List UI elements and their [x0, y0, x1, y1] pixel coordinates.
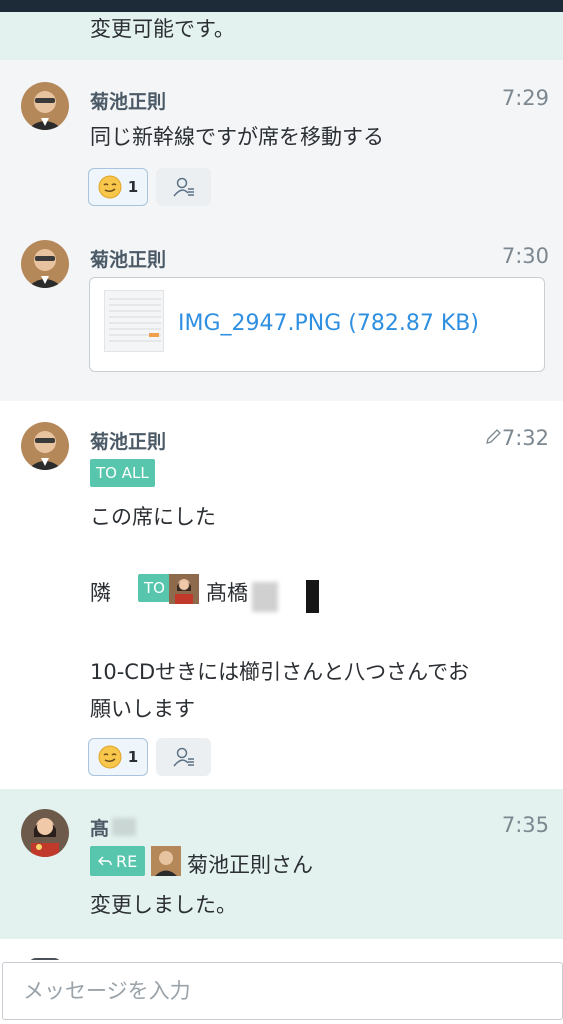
- mention-name[interactable]: 髙橋: [206, 577, 248, 607]
- message-text: この席にした: [90, 505, 216, 529]
- user-list-icon: [172, 747, 194, 767]
- message-continuation: 変更可能です。: [0, 12, 563, 60]
- edited-pencil-icon: [485, 429, 501, 444]
- reply-to-name[interactable]: 菊池正則さん: [187, 849, 313, 879]
- to-all-tag: TO ALL: [90, 459, 155, 487]
- sender-name[interactable]: 菊池正則: [90, 245, 166, 272]
- sender-name[interactable]: 髙: [90, 814, 109, 841]
- message-text: 変更しました。: [90, 893, 237, 917]
- sender-name[interactable]: 菊池正則: [90, 427, 166, 454]
- file-attachment[interactable]: IMG_2947.PNG (782.87 KB): [89, 277, 545, 372]
- message-text: 変更可能です。: [90, 17, 235, 41]
- redacted-area: [252, 582, 278, 612]
- message-time: 7:29: [501, 86, 549, 110]
- redacted-area: [112, 818, 136, 836]
- smile-emoji-icon: [98, 745, 122, 769]
- reaction-button[interactable]: 1: [88, 738, 148, 776]
- avatar[interactable]: [21, 422, 69, 470]
- reaction-count: 1: [127, 178, 139, 196]
- mention-avatar: [169, 574, 199, 604]
- reaction-count: 1: [127, 748, 139, 766]
- read-status-button[interactable]: [156, 738, 211, 776]
- sender-name[interactable]: 菊池正則: [90, 87, 166, 114]
- reply-arrow-icon: [98, 856, 112, 866]
- avatar[interactable]: [21, 240, 69, 288]
- redacted-bar: [306, 580, 319, 613]
- reply-tag-label: RE: [116, 851, 138, 871]
- composer: [0, 960, 563, 1024]
- message-group-kikuchi-2: [0, 401, 563, 789]
- image-thumbnail[interactable]: [104, 290, 164, 352]
- avatar[interactable]: [21, 82, 69, 130]
- read-status-button[interactable]: [156, 168, 211, 206]
- message-text: 隣: [90, 581, 111, 605]
- smile-emoji-icon: [98, 175, 122, 199]
- file-link[interactable]: IMG_2947.PNG (782.87 KB): [178, 311, 479, 336]
- message-text: 願いします: [90, 697, 195, 721]
- message-time: 7:32: [484, 426, 549, 450]
- message-text: 10-CDせきには櫛引さんと八つさんでお: [90, 660, 470, 684]
- user-list-icon: [172, 177, 194, 197]
- message-input[interactable]: [2, 962, 563, 1020]
- avatar[interactable]: [21, 809, 69, 857]
- reply-tag[interactable]: RE: [90, 846, 146, 876]
- reply-avatar: [151, 846, 181, 876]
- to-tag: TO: [138, 574, 171, 602]
- reaction-button[interactable]: 1: [88, 168, 148, 206]
- message-time: 7:30: [501, 244, 549, 268]
- message-time-value: 7:32: [501, 426, 549, 450]
- message-text: 同じ新幹線ですが席を移動する: [90, 125, 384, 149]
- message-time: 7:35: [501, 813, 549, 837]
- top-bar: [0, 0, 563, 12]
